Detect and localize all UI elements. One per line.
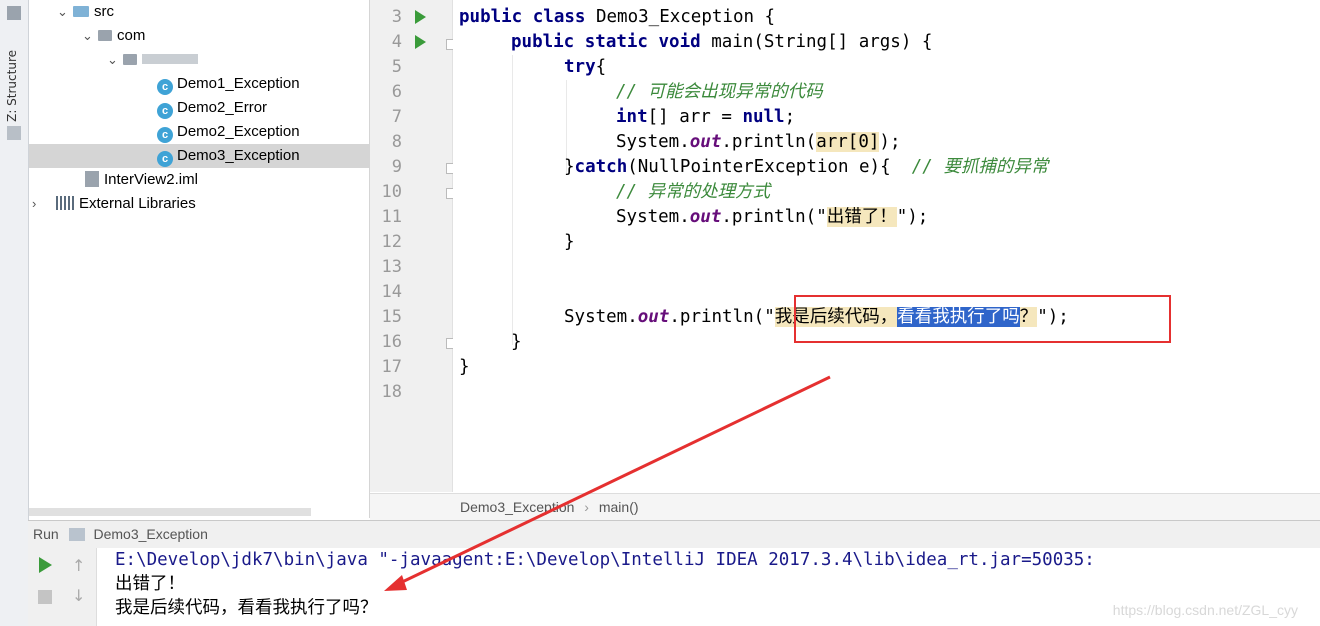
run-panel-header: Run Demo3_Exception <box>28 520 1320 549</box>
console-line: 出错了！ <box>115 574 185 594</box>
console-line: 我是后续代码，看看我执行了吗？ <box>115 598 378 618</box>
console-line: E:\Develop\jdk7\bin\java "-javaagent:E:\… <box>115 550 1095 570</box>
structure-tool-tab[interactable]: Z: Structure <box>5 50 19 122</box>
breadcrumb: Demo3_Exception › main() <box>370 493 1320 520</box>
breadcrumb-class[interactable]: Demo3_Exception <box>460 499 574 515</box>
module-file-icon <box>85 171 99 187</box>
line-number: 11 <box>381 207 402 227</box>
line-number: 9 <box>391 157 402 177</box>
line-number: 10 <box>381 182 402 202</box>
run-config-icon <box>68 528 85 541</box>
code-line-17: } <box>459 357 470 377</box>
breadcrumb-separator: › <box>584 499 589 515</box>
tree-item-demo2-exception[interactable]: c Demo2_Exception <box>157 120 300 144</box>
class-icon: c <box>157 151 173 167</box>
tree-item-blurred-package[interactable]: ⌄ <box>107 48 198 72</box>
run-config-tab[interactable]: Demo3_Exception <box>93 526 207 542</box>
tree-item-demo2-error[interactable]: c Demo2_Error <box>157 96 267 120</box>
code-line-6: // 可能会出现异常的代码 <box>616 82 823 102</box>
run-class-icon[interactable] <box>415 10 426 24</box>
horizontal-scrollbar[interactable] <box>29 508 311 516</box>
code-line-11: System.out.println("出错了！"); <box>616 207 929 227</box>
tree-item-demo3-exception[interactable]: c Demo3_Exception <box>29 144 369 168</box>
code-line-16: } <box>511 332 522 352</box>
code-line-9: }catch(NullPointerException e){ // 要抓捕的异… <box>564 157 1049 177</box>
editor-gutter: 3 4 5 6 7 8 9 10 11 12 13 14 15 16 17 18 <box>370 0 457 492</box>
annotation-highlight-box <box>794 295 1171 343</box>
code-line-7: int[] arr = null; <box>616 107 796 127</box>
line-number: 8 <box>391 132 402 152</box>
project-tree: ⌄ src ⌄ com ⌄ c Demo1_Exception c Demo2_Erro… <box>29 0 370 518</box>
code-line-4: public static void main(String[] args) { <box>511 32 933 52</box>
class-icon: c <box>157 79 173 95</box>
package-icon <box>98 30 112 41</box>
library-icon <box>56 196 74 210</box>
line-number: 12 <box>381 232 402 252</box>
line-number: 3 <box>391 7 402 27</box>
rerun-icon[interactable] <box>39 557 52 573</box>
blurred-label <box>142 54 198 64</box>
run-main-icon[interactable] <box>415 35 426 49</box>
tree-item-interview2-iml[interactable]: InterView2.iml <box>85 168 198 192</box>
run-toolbar: ↑ ↓ <box>28 548 97 626</box>
watermark: https://blog.csdn.net/ZGL_cyy <box>1112 602 1298 618</box>
code-line-3: public class Demo3_Exception { <box>459 7 776 27</box>
line-number: 17 <box>381 357 402 377</box>
code-line-8: System.out.println(arr[0]); <box>616 132 901 152</box>
line-number: 16 <box>381 332 402 352</box>
structure-icon <box>7 126 21 140</box>
class-icon: c <box>157 127 173 143</box>
line-number: 13 <box>381 257 402 277</box>
class-icon: c <box>157 103 173 119</box>
chevron-right-icon[interactable]: › <box>32 192 48 216</box>
folder-icon <box>73 6 89 17</box>
run-panel-title: Run <box>33 526 59 542</box>
line-number: 18 <box>381 382 402 402</box>
line-number: 5 <box>391 57 402 77</box>
breadcrumb-method[interactable]: main() <box>599 499 639 515</box>
code-line-10: // 异常的处理方式 <box>616 182 771 202</box>
chevron-down-icon[interactable]: ⌄ <box>82 24 98 48</box>
down-arrow-icon[interactable]: ↓ <box>72 586 85 605</box>
code-editor[interactable]: public class Demo3_Exception { public st… <box>453 0 1320 492</box>
code-line-12: } <box>564 232 575 252</box>
tree-item-src[interactable]: ⌄ src <box>57 0 114 24</box>
tree-item-demo1-exception[interactable]: c Demo1_Exception <box>157 72 300 96</box>
up-arrow-icon[interactable]: ↑ <box>72 556 85 575</box>
code-line-5: try{ <box>564 57 607 77</box>
line-number: 6 <box>391 82 402 102</box>
tool-window-strip: Z: Structure <box>0 0 29 626</box>
chevron-down-icon[interactable]: ⌄ <box>57 0 73 24</box>
tree-item-external-libraries[interactable]: › External Libraries <box>32 192 196 216</box>
indent-guide <box>512 55 513 345</box>
line-number: 4 <box>391 32 402 52</box>
line-number: 14 <box>381 282 402 302</box>
stop-icon[interactable] <box>38 590 52 604</box>
line-number: 7 <box>391 107 402 127</box>
tree-item-com[interactable]: ⌄ com <box>82 24 145 48</box>
project-tool-icon[interactable] <box>7 6 21 20</box>
line-number: 15 <box>381 307 402 327</box>
chevron-down-icon[interactable]: ⌄ <box>107 48 123 72</box>
package-icon <box>123 54 137 65</box>
